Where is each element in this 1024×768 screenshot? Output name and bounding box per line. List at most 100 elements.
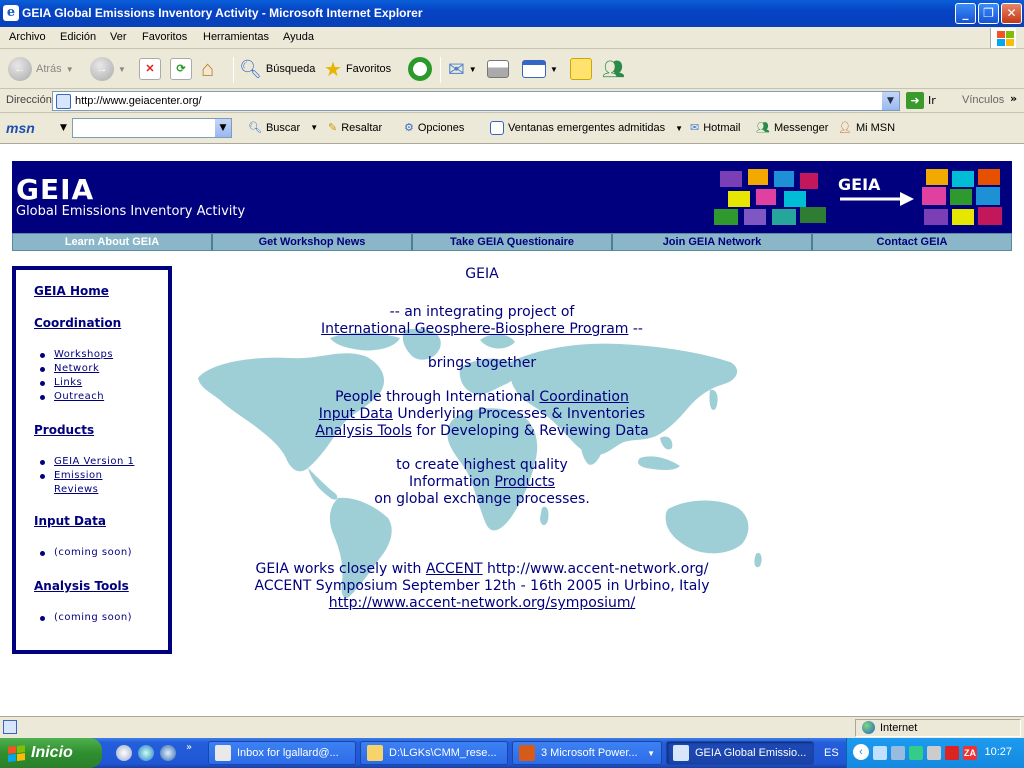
network-tray-icon[interactable] <box>873 746 887 760</box>
menu-archivo[interactable]: Archivo <box>9 31 46 43</box>
app-tray-icon[interactable] <box>927 746 941 760</box>
restore-button[interactable]: ❐ <box>978 3 999 24</box>
sidebar-input-data-link[interactable]: Input Data <box>34 514 106 528</box>
task-geia-ie[interactable]: GEIA Global Emissio... <box>666 741 814 765</box>
msn-messenger-button[interactable]: 👥︎ Messenger <box>756 121 828 135</box>
address-input[interactable]: http://www.geiacenter.org/ ▼ <box>52 91 900 111</box>
mail-button[interactable]: ✉ ▼ <box>448 55 477 83</box>
msn-opciones-button[interactable]: ⚙ Opciones <box>404 121 464 135</box>
task-powerpoint[interactable]: 3 Microsoft Power... ▼ <box>512 741 662 765</box>
tray-expand-icon[interactable]: ‹ <box>853 744 869 760</box>
msn-hotmail-button[interactable]: ✉ Hotmail <box>690 121 741 135</box>
chevron-down-icon: ▼ <box>675 123 684 133</box>
refresh-button[interactable]: ⟳ <box>170 55 192 83</box>
sidebar-workshops-link[interactable]: Workshops <box>54 349 113 360</box>
task-folder[interactable]: D:\LGKs\CMM_rese... <box>360 741 508 765</box>
content-global: on global exchange processes. <box>374 491 590 507</box>
list-item: Links <box>39 376 113 390</box>
content-symposium-link-line: http://www.accent-network.org/symposium/ <box>172 595 792 611</box>
home-button[interactable]: ⌂ <box>201 55 214 83</box>
analysis-tools-link[interactable]: Analysis Tools <box>315 423 412 439</box>
content-heading: GEIA <box>465 266 499 282</box>
messenger-button[interactable]: 👥︎ <box>602 55 625 83</box>
menu-ayuda[interactable]: Ayuda <box>283 31 314 43</box>
input-data-link[interactable]: Input Data <box>319 406 393 422</box>
favorites-button[interactable]: ★ Favoritos <box>324 55 391 83</box>
printer-icon <box>487 60 509 78</box>
menu-ver[interactable]: Ver <box>110 31 127 43</box>
edit-button[interactable]: ▼ <box>522 55 558 83</box>
products-link[interactable]: Products <box>495 474 555 490</box>
sidebar-links-link[interactable]: Links <box>54 377 82 388</box>
options-icon: ⚙ <box>404 122 414 134</box>
mail-icon: ✉ <box>690 122 700 134</box>
sidebar-outreach-link[interactable]: Outreach <box>54 391 104 402</box>
language-indicator[interactable]: ES <box>824 747 839 759</box>
chevron-down-icon[interactable]: ▼ <box>882 92 899 110</box>
history-button[interactable] <box>408 55 432 83</box>
sidebar-home-link[interactable]: GEIA Home <box>34 284 109 298</box>
go-button[interactable]: ➜ Ir <box>906 92 936 109</box>
antivirus-tray-icon[interactable] <box>945 746 959 760</box>
address-url[interactable]: http://www.geiacenter.org/ <box>75 95 202 107</box>
msn-search-input[interactable]: ▼ <box>72 118 232 138</box>
msn-mimsn-button[interactable]: 👤︎ Mi MSN <box>838 121 895 135</box>
sidebar-coordination-link[interactable]: Coordination <box>34 316 121 330</box>
coordination-link[interactable]: Coordination <box>539 389 628 405</box>
forward-button[interactable]: → ▼ <box>90 55 126 83</box>
print-button[interactable] <box>487 55 509 83</box>
sidebar-geia-v1-link[interactable]: GEIA Version 1 <box>54 456 134 467</box>
stop-button[interactable]: ✕ <box>139 55 161 83</box>
menu-edicion[interactable]: Edición <box>60 31 96 43</box>
accent-link[interactable]: ACCENT <box>426 561 483 577</box>
sidebar-reviews-link[interactable]: Reviews <box>54 484 98 495</box>
menu-favoritos[interactable]: Favoritos <box>142 31 187 43</box>
products-list: GEIA Version 1 Emission Reviews <box>39 455 134 497</box>
quicklaunch-more-icon[interactable]: » <box>186 742 192 753</box>
chevron-down-icon[interactable]: ▼ <box>60 123 67 133</box>
browser-viewport[interactable]: GEIA Global Emissions Inventory Activity <box>0 144 1024 716</box>
back-button[interactable]: ← Atrás ▼ <box>8 55 74 83</box>
messenger-tray-icon[interactable] <box>909 746 923 760</box>
highlighter-icon: ✎ <box>328 122 338 134</box>
address-label: Dirección <box>6 94 52 106</box>
zonealarm-tray-icon[interactable]: ZA <box>963 746 977 760</box>
volume-tray-icon[interactable] <box>891 746 905 760</box>
title-bar[interactable]: e GEIA Global Emissions Inventory Activi… <box>0 0 1024 27</box>
input-data-list: (coming soon) <box>39 546 132 560</box>
clock[interactable]: 10:27 <box>984 746 1012 758</box>
nav-workshop-news[interactable]: Get Workshop News <box>213 234 413 250</box>
hotmail-label: Hotmail <box>703 121 741 134</box>
ie-icon: e <box>3 5 19 21</box>
show-desktop-icon[interactable] <box>116 745 132 761</box>
igbp-link[interactable]: International Geosphere-Biosphere Progra… <box>321 321 628 337</box>
media-quicklaunch-icon[interactable] <box>160 745 176 761</box>
banner-title: GEIA <box>16 173 95 206</box>
nav-questionaire[interactable]: Take GEIA Questionaire <box>413 234 613 250</box>
links-label[interactable]: Vínculos <box>962 94 1004 106</box>
msn-resaltar-button[interactable]: ✎ Resaltar <box>328 121 382 135</box>
msn-buscar-button[interactable]: 🔍︎ Buscar ▼ <box>248 121 318 135</box>
discuss-button[interactable] <box>570 55 592 83</box>
msn-popups-button[interactable]: Ventanas emergentes admitidas ▼ <box>490 121 683 135</box>
sidebar-products-link[interactable]: Products <box>34 423 94 437</box>
symposium-link[interactable]: http://www.accent-network.org/symposium/ <box>329 595 635 611</box>
nav-contact[interactable]: Contact GEIA <box>813 234 1011 250</box>
task-inbox[interactable]: Inbox for lgallard@... <box>208 741 356 765</box>
menu-herramientas[interactable]: Herramientas <box>203 31 269 43</box>
start-button[interactable]: Inicio <box>0 738 102 768</box>
sidebar-network-link[interactable]: Network <box>54 363 99 374</box>
task-label: Inbox for lgallard@... <box>237 747 339 759</box>
msn-logo[interactable]: msn <box>6 120 35 136</box>
sidebar-analysis-tools-link[interactable]: Analysis Tools <box>34 579 129 593</box>
ie-quicklaunch-icon[interactable] <box>138 745 154 761</box>
nav-join-network[interactable]: Join GEIA Network <box>613 234 813 250</box>
links-more-button[interactable]: » <box>1010 92 1017 105</box>
minimize-button[interactable]: _ <box>955 3 976 24</box>
nav-learn[interactable]: Learn About GEIA <box>13 234 213 250</box>
search-button[interactable]: 🔍︎ Búsqueda <box>239 55 315 83</box>
close-button[interactable]: ✕ <box>1001 3 1022 24</box>
windows-flag-icon <box>8 744 25 762</box>
sidebar-emission-link[interactable]: Emission <box>54 470 103 481</box>
chevron-down-icon[interactable]: ▼ <box>215 119 231 137</box>
